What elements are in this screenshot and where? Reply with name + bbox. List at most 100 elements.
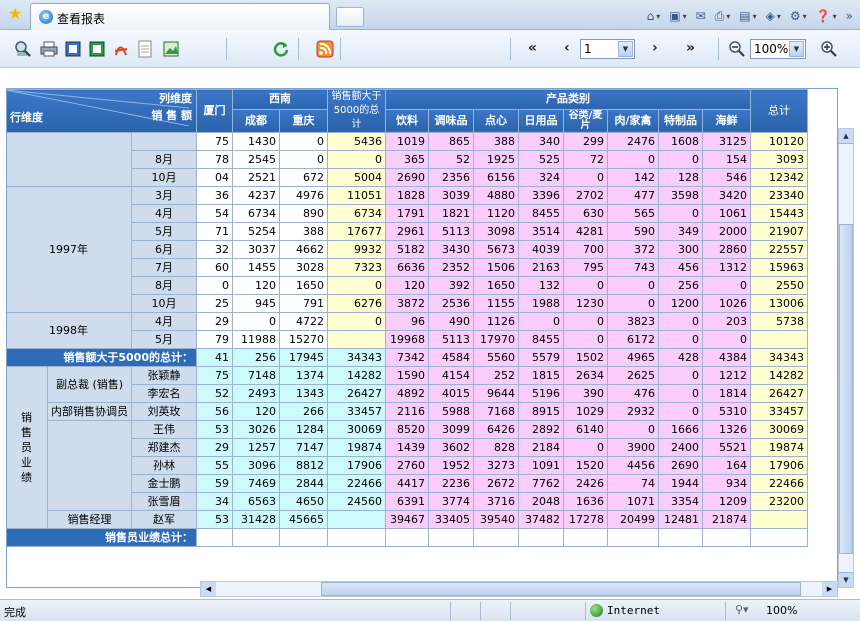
scroll-left-arrow-icon[interactable]: ◀ (201, 582, 216, 596)
col-header-beverages[interactable]: 饮料 (385, 108, 429, 134)
security-zone[interactable]: Internet (590, 604, 660, 617)
role-cell (47, 420, 132, 511)
chengdu-value: 31428 (232, 510, 280, 529)
status-zoom[interactable]: 100% (766, 604, 797, 617)
col-header-seafood[interactable]: 海鲜 (702, 108, 751, 134)
product-value: 2690 (658, 456, 703, 475)
prev-page-button[interactable]: ‹ (564, 40, 570, 56)
col-header-produce[interactable]: 特制品 (658, 108, 703, 134)
chongqing-value: 3028 (279, 258, 328, 277)
col-header-product-category[interactable]: 产品类别 (385, 89, 751, 110)
export-text-icon[interactable] (136, 40, 154, 58)
vertical-scrollbar[interactable]: ▲ ▼ (838, 128, 854, 588)
product-value: 743 (607, 258, 659, 277)
col-header-meat[interactable]: 肉/家禽 (607, 108, 659, 134)
product-value: 4965 (607, 348, 659, 367)
last-page-button[interactable]: » (686, 40, 695, 56)
horizontal-scroll-thumb[interactable] (321, 582, 801, 596)
table-row: 1997年 3月 36 4237 4976 11051 1828 3039 4880 3396 27… (7, 186, 808, 313)
protected-mode-icon[interactable]: ⚲▾ (735, 603, 749, 616)
toolbar-separator (510, 38, 511, 60)
scroll-right-arrow-icon[interactable]: ▶ (822, 582, 837, 596)
empty-cell (607, 528, 659, 547)
scroll-down-arrow-icon[interactable]: ▼ (839, 572, 853, 587)
zoom-out-icon[interactable] (728, 40, 746, 58)
export-word-icon[interactable] (64, 40, 82, 58)
product-value: 4892 (385, 384, 429, 403)
feeds-button[interactable]: ▣ ▾ (666, 6, 689, 26)
product-value: 1590 (385, 366, 429, 385)
status-divider (585, 602, 586, 620)
table-row: 75 1430 0 5436 1019 865 388 340 299 2476 1608 3125 1… (7, 132, 808, 187)
overflow-chevron-icon[interactable]: » (843, 6, 856, 26)
search-report-icon[interactable] (14, 40, 32, 58)
vertical-scroll-thumb[interactable] (839, 224, 853, 554)
product-value: 120 (385, 276, 429, 295)
refresh-icon[interactable] (272, 40, 290, 58)
tools-menu-button[interactable]: ⚙ ▾ (787, 6, 810, 26)
col-header-xiamen[interactable]: 厦门 (196, 89, 233, 133)
product-value: 3098 (473, 222, 519, 241)
col-header-chengdu[interactable]: 成都 (232, 108, 280, 134)
product-value: 0 (563, 438, 608, 457)
product-value: 0 (658, 402, 703, 421)
safety-menu-button[interactable]: ◈ ▾ (763, 6, 784, 26)
total-value: 33457 (750, 402, 808, 421)
col-header-over5000[interactable]: 销售额大于 5000的总计 (327, 89, 386, 133)
chevron-down-icon[interactable]: ▼ (618, 41, 633, 57)
new-tab-button[interactable] (336, 7, 364, 27)
product-value: 2426 (563, 474, 608, 493)
product-value: 72 (563, 150, 608, 169)
product-value: 1029 (563, 402, 608, 421)
col-header-chongqing[interactable]: 重庆 (279, 108, 328, 134)
row-dim-label: 行维度 (10, 111, 43, 124)
product-value: 1126 (473, 312, 519, 331)
product-value: 3514 (518, 222, 564, 241)
zoom-select[interactable]: 100% ▼ (750, 39, 806, 59)
help-menu-button[interactable]: ❓ ▾ (813, 6, 840, 26)
col-header-condiments[interactable]: 调味品 (428, 108, 474, 134)
product-value: 5310 (702, 402, 751, 421)
page-number-select[interactable]: 1 ▼ (580, 39, 635, 59)
print-button[interactable]: ⎙ ▾ (712, 6, 734, 26)
product-value: 490 (428, 312, 474, 331)
col-header-daily-goods[interactable]: 日用品 (518, 108, 564, 134)
home-button[interactable]: ⌂ ▾ (644, 6, 664, 26)
product-value: 3716 (473, 492, 519, 511)
export-excel-icon[interactable] (88, 40, 106, 58)
table-row: 1998年 4月 29 0 4722 0 96 490 1126 0 0 3823 0 203 5738 (7, 312, 808, 349)
toolbar-separator (718, 38, 719, 60)
total-value: 17906 (750, 456, 808, 475)
mail-button[interactable]: ✉ (693, 6, 709, 26)
next-page-button[interactable]: › (652, 40, 658, 56)
product-value: 5521 (702, 438, 751, 457)
print-icon[interactable] (40, 40, 58, 58)
col-header-confections[interactable]: 点心 (473, 108, 519, 134)
rss-feed-icon[interactable] (316, 40, 334, 58)
tab-view-report[interactable]: e 查看报表 (30, 3, 330, 30)
product-value: 0 (658, 312, 703, 331)
zoom-in-icon[interactable] (820, 40, 838, 58)
product-value: 3872 (385, 294, 429, 313)
first-page-button[interactable]: « (528, 40, 537, 56)
horizontal-scrollbar[interactable]: ◀ ▶ (200, 581, 838, 597)
col-header-total[interactable]: 总计 (750, 89, 808, 133)
chengdu-value: 3026 (232, 420, 280, 439)
total-value: 12342 (750, 168, 808, 187)
product-value: 1071 (607, 492, 659, 511)
col-header-grains[interactable]: 谷类/麦片 (563, 108, 608, 134)
empty-cell (702, 528, 751, 547)
chevron-down-icon[interactable]: ▼ (789, 41, 804, 57)
table-row: 销售员业绩 副总裁 (销售) 张颖静 75 7148 1374 14282 1590 4154 2… (7, 366, 808, 529)
export-pdf-icon[interactable] (112, 40, 130, 58)
scroll-up-arrow-icon[interactable]: ▲ (839, 129, 853, 144)
product-value: 0 (607, 276, 659, 295)
empty-cell (196, 528, 233, 547)
page-menu-button[interactable]: ▤ ▾ (736, 6, 759, 26)
product-value: 4584 (428, 348, 474, 367)
export-image-icon[interactable] (162, 40, 180, 58)
chengdu-value: 11988 (232, 330, 280, 349)
col-header-southwest[interactable]: 西南 (232, 89, 328, 110)
favorites-star-icon[interactable]: ★ (8, 5, 22, 23)
product-value: 1506 (473, 258, 519, 277)
